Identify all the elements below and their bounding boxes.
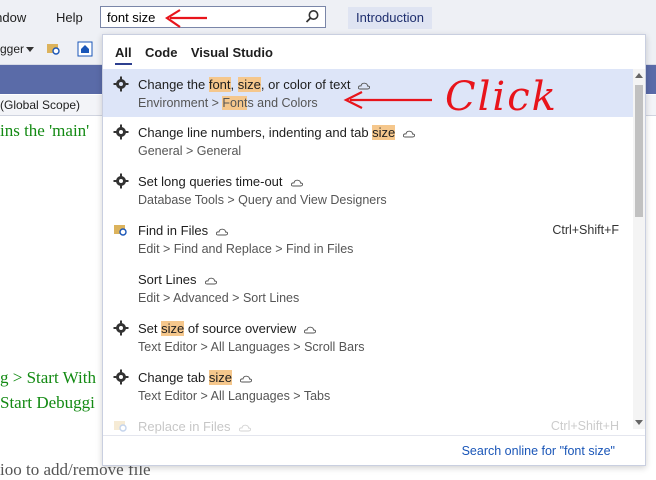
gear-icon	[113, 173, 129, 189]
gear-icon	[113, 76, 129, 92]
chevron-down-icon[interactable]	[26, 47, 34, 52]
shortcut-label: Ctrl+Shift+H	[550, 419, 619, 433]
click-annotation: Click	[445, 74, 558, 120]
result-replace-in-files[interactable]: Replace in Files Ctrl+Shift+H	[103, 411, 633, 435]
cloud-icon	[304, 326, 317, 334]
result-title: Sort Lines	[138, 272, 217, 287]
match-highlight: Font	[222, 96, 248, 110]
debugger-dropdown-label[interactable]: gger	[0, 42, 24, 56]
gear-icon	[113, 369, 129, 385]
result-find-in-files[interactable]: Find in Files Edit > Find and Replace > …	[103, 215, 633, 263]
flyout-footer: Search online for "font size"	[103, 435, 645, 465]
find-in-files-icon	[114, 225, 127, 236]
result-change-tab-size[interactable]: Change tab size Text Editor > All Langua…	[103, 362, 633, 410]
filter-tabs: All Code Visual Studio	[115, 45, 283, 65]
search-results-flyout: All Code Visual Studio Change the font, …	[102, 34, 646, 466]
path-part: Environment >	[138, 96, 223, 110]
find-in-files-icon	[114, 421, 127, 432]
match-highlight: font	[208, 77, 231, 92]
result-sort-lines[interactable]: Sort Lines Edit > Advanced > Sort Lines	[103, 264, 633, 312]
shortcut-label: Ctrl+Shift+F	[552, 223, 619, 237]
result-title: Find in Files	[138, 223, 229, 238]
cloud-icon	[358, 82, 371, 90]
cloud-icon	[403, 130, 416, 138]
result-title: Change line numbers, indenting and tab s…	[138, 125, 416, 140]
title-part: , or color of text	[260, 77, 351, 92]
match-highlight: size	[372, 125, 396, 140]
search-box[interactable]: font size	[100, 6, 326, 28]
code-line-3: Start Debuggi	[0, 393, 95, 412]
code-line-2: g > Start With	[0, 368, 96, 387]
code-line-1: ins the 'main'	[0, 121, 90, 140]
result-title: Change the font, size, or color of text	[138, 77, 371, 92]
result-set-size-source-overview[interactable]: Set size of source overview Text Editor …	[103, 313, 633, 361]
title-text: Replace in Files	[138, 419, 231, 434]
path-part: s and Colors	[247, 96, 318, 110]
result-set-long-queries[interactable]: Set long queries time-out Database Tools…	[103, 166, 633, 214]
result-path: Edit > Find and Replace > Find in Files	[138, 242, 354, 256]
result-path: Environment > Fonts and Colors	[138, 96, 318, 110]
result-title: Set long queries time-out	[138, 174, 303, 189]
search-icon[interactable]	[303, 8, 321, 26]
scroll-up-icon[interactable]	[635, 73, 643, 78]
title-part: of source overview	[184, 321, 297, 336]
title-text: Find in Files	[138, 223, 209, 238]
gear-icon	[113, 124, 129, 140]
result-path: Text Editor > All Languages > Scroll Bar…	[138, 340, 365, 354]
cloud-icon	[204, 277, 217, 285]
introduction-button[interactable]: Introduction	[348, 7, 432, 29]
title-part: Set	[138, 321, 162, 336]
result-title: Change tab size	[138, 370, 252, 385]
cloud-icon	[290, 179, 303, 187]
results-list: Change the font, size, or color of text …	[103, 69, 633, 435]
result-path: Database Tools > Query and View Designer…	[138, 193, 387, 207]
result-path: General > General	[138, 144, 242, 158]
scroll-down-icon[interactable]	[635, 420, 643, 425]
title-text: Set long queries time-out	[138, 174, 283, 189]
home-icon[interactable]	[77, 41, 93, 57]
result-path: Text Editor > All Languages > Tabs	[138, 389, 331, 403]
find-in-files-icon[interactable]	[46, 41, 62, 57]
result-title: Set size of source overview	[138, 321, 317, 336]
cloud-icon	[239, 375, 252, 383]
filter-visual-studio[interactable]: Visual Studio	[191, 45, 273, 60]
cloud-icon	[216, 228, 229, 236]
filter-all[interactable]: All	[115, 45, 132, 65]
results-scrollbar[interactable]	[633, 69, 645, 429]
menu-window[interactable]: Window	[0, 10, 26, 25]
gear-icon	[113, 320, 129, 336]
title-part: Change the	[138, 77, 209, 92]
result-title: Replace in Files	[138, 419, 251, 434]
title-part: Change line numbers, indenting and tab	[138, 125, 373, 140]
scope-dropdown[interactable]: (Global Scope)	[0, 98, 80, 112]
menu-help[interactable]: Help	[56, 10, 83, 25]
filter-code[interactable]: Code	[145, 45, 178, 60]
title-part: ,	[230, 77, 238, 92]
title-text: Sort Lines	[138, 272, 197, 287]
match-highlight: size	[208, 370, 232, 385]
search-input[interactable]: font size	[107, 10, 155, 25]
match-highlight: size	[237, 77, 261, 92]
result-path: Edit > Advanced > Sort Lines	[138, 291, 300, 305]
result-change-line-numbers[interactable]: Change line numbers, indenting and tab s…	[103, 117, 633, 165]
menu-bar: Window Help font size Introduction	[0, 0, 656, 34]
match-highlight: size	[161, 321, 185, 336]
title-part: Change tab	[138, 370, 209, 385]
cloud-icon	[238, 424, 251, 432]
scroll-thumb[interactable]	[635, 85, 643, 217]
search-online-link[interactable]: Search online for "font size"	[462, 444, 615, 458]
